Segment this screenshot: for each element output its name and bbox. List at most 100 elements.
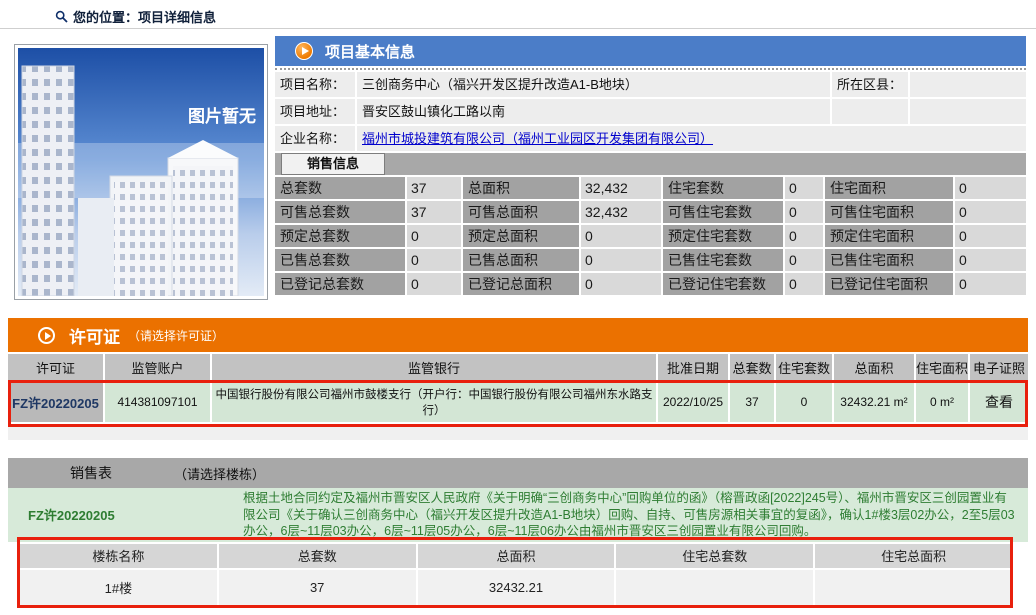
sales-info-tab-bar: 销售信息 xyxy=(275,153,1026,175)
col-building-name: 楼栋名称 xyxy=(20,543,217,568)
sales-table-title: 销售表 xyxy=(70,465,112,481)
breadcrumb: 您的位置：项目详细信息 xyxy=(55,7,216,26)
sales-table-subtitle: （请选择楼栋） xyxy=(174,466,266,482)
company-value: 福州市城投建筑有限公司（福州工业园区开发集团有限公司） xyxy=(357,126,1026,151)
si-value: 0 xyxy=(955,201,1026,223)
si-value: 0 xyxy=(785,249,823,271)
photo-placeholder-label: 图片暂无 xyxy=(188,106,256,126)
si-label: 住宅面积 xyxy=(825,177,953,199)
total-units-cell: 37 xyxy=(730,382,774,422)
sales-info-row: 可售总套数 37 可售总面积 32,432 可售住宅套数 0 可售住宅面积 0 xyxy=(275,201,1026,223)
divider xyxy=(0,28,1036,29)
col-residential-total-area: 住宅总面积 xyxy=(815,543,1012,568)
si-value: 0 xyxy=(955,177,1026,199)
empty-cell xyxy=(832,99,908,124)
si-label: 总套数 xyxy=(275,177,405,199)
si-label: 已售总面积 xyxy=(463,249,579,271)
basic-info-title: 项目基本信息 xyxy=(325,43,416,61)
residential-area-cell xyxy=(815,569,1012,606)
si-value: 0 xyxy=(955,225,1026,247)
permit-section: 许可证 （请选择许可证） 许可证 监管账户 监管银行 批准日期 总套数 住宅套数… xyxy=(8,318,1028,440)
col-residential-units: 住宅套数 xyxy=(776,354,832,380)
total-units-cell: 37 xyxy=(218,569,416,606)
project-name-row: 项目名称： 三创商务中心（福兴开发区提升改造A1-B地块） 所在区县： xyxy=(275,72,1026,97)
si-value: 0 xyxy=(955,249,1026,271)
permit-footer-strip xyxy=(8,424,1028,440)
project-photo-placeholder: 图片暂无 xyxy=(14,44,268,300)
col-account: 监管账户 xyxy=(105,354,210,380)
si-label: 预定总套数 xyxy=(275,225,405,247)
si-value: 0 xyxy=(581,225,661,247)
magnifier-icon xyxy=(55,10,68,23)
breadcrumb-label: 您的位置：项目详细信息 xyxy=(73,10,217,25)
project-address-value: 晋安区鼓山镇化工路以南 xyxy=(357,99,830,124)
col-total-area: 总面积 xyxy=(834,354,914,380)
si-value: 0 xyxy=(785,201,823,223)
residential-units-cell xyxy=(616,569,814,606)
basic-info-section: 项目基本信息 项目名称： 三创商务中心（福兴开发区提升改造A1-B地块） 所在区… xyxy=(275,36,1026,295)
permit-row[interactable]: FZ许20220205 414381097101 中国银行股份有限公司福州市鼓楼… xyxy=(8,382,1028,422)
si-label: 已售住宅套数 xyxy=(663,249,783,271)
building-table-header: 楼栋名称 总套数 总面积 住宅总套数 住宅总面积 xyxy=(20,543,1012,568)
account-cell: 414381097101 xyxy=(105,382,210,422)
si-label: 可售总套数 xyxy=(275,201,405,223)
building-row[interactable]: 1#楼 37 32432.21 xyxy=(20,569,1012,606)
si-label: 已登记住宅套数 xyxy=(663,273,783,295)
col-approval-date: 批准日期 xyxy=(658,354,728,380)
view-certificate-link[interactable]: 查看 xyxy=(985,392,1013,412)
bank-cell: 中国银行股份有限公司福州市鼓楼支行（开户行：中国银行股份有限公司福州东水路支行） xyxy=(212,382,656,422)
col-e-certificate: 电子证照 xyxy=(970,354,1028,380)
si-value: 37 xyxy=(407,177,461,199)
empty-cell xyxy=(910,99,1026,124)
si-label: 预定总面积 xyxy=(463,225,579,247)
sales-info-row: 已售总套数 0 已售总面积 0 已售住宅套数 0 已售住宅面积 0 xyxy=(275,249,1026,271)
total-area-cell: 32432.21 xyxy=(417,569,615,606)
permit-no-cell[interactable]: FZ许20220205 xyxy=(8,382,103,422)
building-photo: 图片暂无 xyxy=(18,48,264,296)
si-value: 0 xyxy=(407,225,461,247)
si-label: 已登记总套数 xyxy=(275,273,405,295)
project-detail-page: 您的位置：项目详细信息 图片暂无 项目基本信息 项目名称： 三创商务中心（福兴开… xyxy=(0,0,1036,615)
si-label: 已售住宅面积 xyxy=(825,249,953,271)
approval-date-cell: 2022/10/25 xyxy=(658,382,728,422)
district-value xyxy=(910,72,1026,97)
si-value: 0 xyxy=(407,249,461,271)
view-cert-cell: 查看 xyxy=(970,382,1028,422)
permit-header: 许可证 （请选择许可证） xyxy=(8,318,1028,352)
si-label: 总面积 xyxy=(463,177,579,199)
si-value: 0 xyxy=(955,273,1026,295)
note-permit-no[interactable]: FZ许20220205 xyxy=(8,488,241,542)
play-icon xyxy=(38,326,55,344)
si-label: 住宅套数 xyxy=(663,177,783,199)
si-label: 可售住宅面积 xyxy=(825,201,953,223)
si-value: 0 xyxy=(785,225,823,247)
si-value: 0 xyxy=(407,273,461,295)
company-link[interactable]: 福州市城投建筑有限公司（福州工业园区开发集团有限公司） xyxy=(362,131,713,146)
dotted-separator xyxy=(275,68,1026,70)
si-label: 可售住宅套数 xyxy=(663,201,783,223)
si-label: 预定住宅套数 xyxy=(663,225,783,247)
si-label: 可售总面积 xyxy=(463,201,579,223)
si-value: 0 xyxy=(785,177,823,199)
residential-units-cell: 0 xyxy=(776,382,832,422)
project-address-label: 项目地址： xyxy=(275,99,355,124)
si-label: 已登记住宅面积 xyxy=(825,273,953,295)
permit-title: 许可证 xyxy=(69,327,120,347)
permit-table-header: 许可证 监管账户 监管银行 批准日期 总套数 住宅套数 总面积 住宅面积 电子证… xyxy=(8,354,1028,380)
play-icon xyxy=(295,42,313,60)
building-table: 楼栋名称 总套数 总面积 住宅总套数 住宅总面积 1#楼 37 32432.21 xyxy=(20,543,1012,606)
tab-sales-info[interactable]: 销售信息 xyxy=(281,153,385,175)
col-total-units: 总套数 xyxy=(730,354,774,380)
col-total-units: 总套数 xyxy=(218,543,416,568)
col-total-area: 总面积 xyxy=(417,543,615,568)
sales-info-row: 总套数 37 总面积 32,432 住宅套数 0 住宅面积 0 xyxy=(275,177,1026,199)
col-permit: 许可证 xyxy=(8,354,103,380)
residential-area-cell: 0 m² xyxy=(916,382,968,422)
si-value: 0 xyxy=(581,273,661,295)
project-address-row: 项目地址： 晋安区鼓山镇化工路以南 xyxy=(275,99,1026,124)
district-label: 所在区县： xyxy=(832,72,908,97)
col-bank: 监管银行 xyxy=(212,354,656,380)
permit-note-row: FZ许20220205 根据土地合同约定及福州市晋安区人民政府《关于明确“三创商… xyxy=(8,488,1028,542)
col-residential-total-units: 住宅总套数 xyxy=(616,543,814,568)
building-name-cell[interactable]: 1#楼 xyxy=(20,569,217,606)
